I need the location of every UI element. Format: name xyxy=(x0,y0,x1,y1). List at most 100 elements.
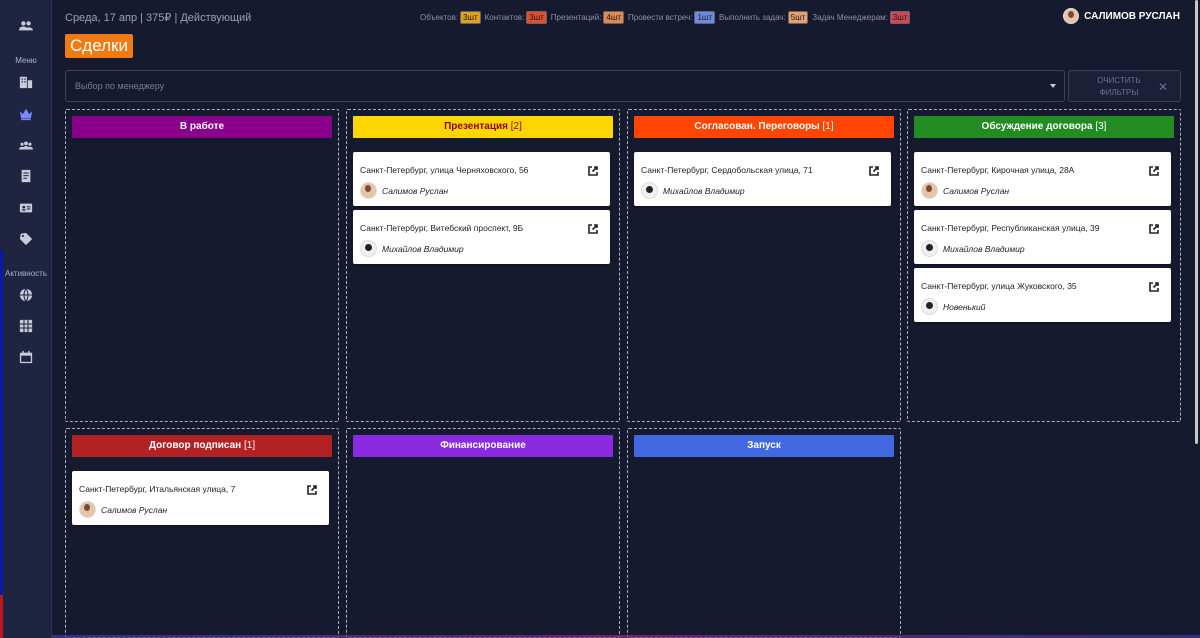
manager-name: Михайлов Владимир xyxy=(943,243,1025,254)
stat-badge[interactable]: 1шт xyxy=(694,11,715,24)
sidebar: Меню Активность xyxy=(0,0,52,638)
stat-label: Провести встреч: xyxy=(628,13,693,22)
close-icon: ✕ xyxy=(1157,80,1168,94)
stat-badge[interactable]: 3шт xyxy=(526,11,547,24)
stat-badge[interactable]: 3шт xyxy=(460,11,481,24)
building-icon[interactable] xyxy=(16,72,36,92)
tag-icon[interactable] xyxy=(16,229,36,249)
user-menu[interactable]: САЛИМОВ РУСЛАН xyxy=(1063,8,1180,24)
deal-address: Санкт-Петербург, улица Жуковского, 35 xyxy=(921,281,1077,291)
globe-icon[interactable] xyxy=(16,285,36,305)
column-header[interactable]: Договор подписан [1] xyxy=(72,435,332,457)
kanban-column: Обсуждение договора [3] Санкт-Петербург, … xyxy=(907,109,1181,422)
column-header[interactable]: В работе xyxy=(72,116,332,138)
manager-name: Михайлов Владимир xyxy=(382,243,464,254)
deal-address: Санкт-Петербург, Итальянская улица, 7 xyxy=(79,484,236,494)
open-external-icon[interactable] xyxy=(869,163,879,176)
column-header[interactable]: Запуск xyxy=(634,435,894,457)
column-title: Презентация xyxy=(444,121,508,132)
column-header[interactable]: Презентация [2] xyxy=(353,116,613,138)
manager-name: Салимов Руслан xyxy=(101,504,168,515)
column-header[interactable]: Финансирование xyxy=(353,435,613,457)
stat-item: Объектов: 3шт xyxy=(420,11,481,24)
column-count: [3] xyxy=(1095,121,1107,132)
id-card-icon[interactable] xyxy=(16,198,36,218)
manager-avatar xyxy=(921,182,938,199)
stat-badge[interactable]: 5шт xyxy=(787,11,809,24)
manager-name: Новенький xyxy=(943,301,986,312)
stat-label: Контактов: xyxy=(484,13,525,22)
page-title: Сделки xyxy=(65,34,133,58)
deal-address: Санкт-Петербург, Кирочная улица, 28А xyxy=(921,165,1075,175)
deal-card[interactable]: Санкт-Петербург, Витебский проспект, 9Б М… xyxy=(353,210,610,264)
stat-item: Задач Менеджерам: 3шт xyxy=(812,11,911,24)
kanban-column: Запуск xyxy=(627,428,901,638)
open-external-icon[interactable] xyxy=(1149,221,1159,234)
app-root: Меню Активность Среда, 17 апр | 375₽ | Д… xyxy=(0,0,1200,638)
menu-section-label: Меню xyxy=(15,56,37,65)
deal-card[interactable]: Санкт-Петербург, Кирочная улица, 28А Сали… xyxy=(914,152,1171,206)
manager-name: Салимов Руслан xyxy=(943,185,1010,196)
calendar-icon[interactable] xyxy=(16,347,36,367)
user-name: САЛИМОВ РУСЛАН xyxy=(1084,10,1180,22)
column-title: Запуск xyxy=(747,440,781,451)
column-count: [1] xyxy=(822,121,834,132)
column-title: Договор подписан xyxy=(148,440,242,451)
stat-label: Выполнить задач: xyxy=(719,13,786,22)
open-external-icon[interactable] xyxy=(1149,279,1159,292)
manager-filter-select[interactable]: Выбор по менеджеру xyxy=(65,70,1065,102)
deal-card[interactable]: Санкт-Петербург, Республиканская улица, … xyxy=(914,210,1171,264)
deal-address: Санкт-Петербург, Сердобольская улица, 71 xyxy=(641,165,813,175)
deal-manager: Михайлов Владимир xyxy=(360,240,464,257)
stat-badge[interactable]: 3шт xyxy=(889,11,911,24)
manager-name: Михайлов Владимир xyxy=(663,185,745,196)
column-title: Финансирование xyxy=(440,440,526,451)
kanban-column: Договор подписан [1] Санкт-Петербург, Ита… xyxy=(65,428,339,638)
column-header[interactable]: Обсуждение договора [3] xyxy=(914,116,1174,138)
stat-item: Выполнить задач: 5шт xyxy=(719,11,809,24)
deal-address: Санкт-Петербург, Республиканская улица, … xyxy=(921,223,1100,233)
stat-label: Презентаций: xyxy=(550,13,602,22)
stat-item: Презентаций: 4шт xyxy=(551,11,624,24)
open-external-icon[interactable] xyxy=(1149,163,1159,176)
sidebar-edge-accent-red xyxy=(0,595,3,638)
manager-name: Салимов Руслан xyxy=(382,185,449,196)
kanban-column: В работе xyxy=(65,109,339,422)
open-external-icon[interactable] xyxy=(588,163,598,176)
date-info: Среда, 17 апр | 375₽ | Действующий xyxy=(65,12,252,24)
document-icon[interactable] xyxy=(16,166,36,186)
clear-filters-label: ОЧИСТИТЬ ФИЛЬТРЫ xyxy=(1097,76,1141,97)
deal-card[interactable]: Санкт-Петербург, Итальянская улица, 7 Сал… xyxy=(72,471,329,525)
stat-label: Объектов: xyxy=(420,13,459,22)
stat-item: Провести встреч: 1шт xyxy=(628,11,715,24)
team-icon[interactable] xyxy=(16,136,36,156)
deal-manager: Салимов Руслан xyxy=(921,182,1009,199)
manager-avatar xyxy=(921,298,938,315)
manager-avatar xyxy=(921,240,938,257)
grid-icon[interactable] xyxy=(16,316,36,336)
deal-address: Санкт-Петербург, Витебский проспект, 9Б xyxy=(360,223,524,233)
open-external-icon[interactable] xyxy=(588,221,598,234)
deal-card[interactable]: Санкт-Петербург, улица Черняховского, 56… xyxy=(353,152,610,206)
column-title: В работе xyxy=(179,121,225,132)
stat-item: Контактов: 3шт xyxy=(485,11,547,24)
deal-card[interactable]: Санкт-Петербург, улица Жуковского, 35 Нов… xyxy=(914,268,1171,322)
stats-bar: Объектов: 3шт Контактов: 3шт Презентаций: 4шт… xyxy=(420,11,911,24)
stat-badge[interactable]: 4шт xyxy=(603,11,624,24)
activity-section-label: Активность xyxy=(4,269,47,278)
deal-card[interactable]: Санкт-Петербург, Сердобольская улица, 71… xyxy=(634,152,891,206)
people-icon[interactable] xyxy=(16,16,36,36)
crown-icon[interactable] xyxy=(16,104,36,124)
deal-manager: Михайлов Владимир xyxy=(921,240,1025,257)
clear-filters-button[interactable]: ОЧИСТИТЬ ФИЛЬТРЫ ✕ xyxy=(1068,70,1181,102)
sidebar-edge-accent xyxy=(0,250,3,595)
page-scrollbar[interactable] xyxy=(1195,0,1198,444)
open-external-icon[interactable] xyxy=(307,482,317,495)
column-header[interactable]: Согласован. Переговоры [1] xyxy=(634,116,894,138)
stat-label: Задач Менеджерам: xyxy=(812,13,888,22)
column-count: [1] xyxy=(244,440,256,451)
topbar: Среда, 17 апр | 375₽ | Действующий Объек… xyxy=(52,0,1200,34)
user-avatar xyxy=(1063,8,1080,24)
manager-avatar xyxy=(360,182,377,199)
deal-manager: Михайлов Владимир xyxy=(641,182,745,199)
